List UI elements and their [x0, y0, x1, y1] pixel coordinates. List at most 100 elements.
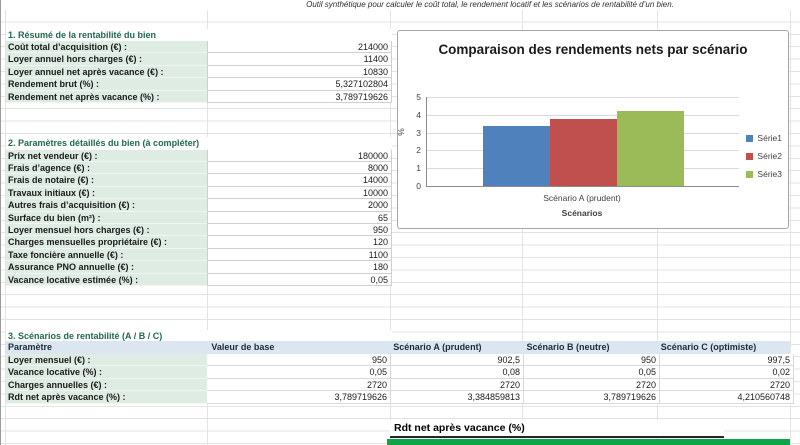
row-value-cell[interactable]: 2000: [207, 199, 392, 212]
table-row: Rdt net après vacance (%) : 3,789719626 …: [6, 391, 794, 404]
base-value-cell[interactable]: 0,05: [207, 366, 391, 379]
row-label-cell[interactable]: Loyer annuel net après vacance (€) :: [6, 65, 207, 79]
base-value-cell[interactable]: 950: [207, 354, 391, 367]
scenario-a-cell[interactable]: 3,384859813: [391, 391, 524, 404]
row-value-cell[interactable]: 10830: [207, 65, 392, 79]
row-value-cell[interactable]: 14000: [207, 174, 392, 187]
row-value-cell[interactable]: 10000: [207, 186, 392, 200]
table-row: Prix net vendeur (€) : 180000: [6, 149, 392, 162]
row-label-cell[interactable]: Prix net vendeur (€) :: [6, 149, 207, 162]
sheet-left-edge: [0, 0, 1, 445]
legend-item[interactable]: Série2: [746, 147, 782, 165]
summary-rows: Coût total d’acquisition (€) : 214000 Lo…: [6, 41, 392, 103]
row-value-cell[interactable]: 65: [207, 211, 392, 224]
row-label-cell[interactable]: Autres frais d’acquisition (€) :: [6, 199, 207, 212]
row-label-cell[interactable]: Vacance locative estimée (%) :: [6, 273, 207, 286]
row-label-cell[interactable]: Loyer mensuel (€) :: [6, 354, 207, 367]
row-value-cell[interactable]: 180000: [207, 149, 392, 162]
row-label-cell[interactable]: Surface du bien (m²) :: [6, 211, 207, 224]
table-row: Taxe foncière annuelle (€) : 1100: [6, 248, 392, 262]
row-label-cell[interactable]: Rendement net après vacance (%) :: [6, 90, 207, 103]
row-label-cell[interactable]: Taxe foncière annuelle (€) :: [6, 248, 207, 262]
row-value-cell[interactable]: 1100: [207, 248, 392, 262]
table-row: Charges annuelles (€) : 2720 2720 2720 2…: [6, 378, 794, 392]
table-row: Loyer mensuel (€) : 950 902,5 950 997,5: [6, 354, 794, 367]
legend-item[interactable]: Série1: [746, 129, 782, 147]
row-label-cell[interactable]: Travaux initiaux (€) :: [6, 186, 207, 200]
scenario-b-cell[interactable]: 0,05: [524, 366, 660, 379]
legend-swatch-icon: [746, 152, 754, 160]
row-value-cell[interactable]: 120: [207, 236, 392, 249]
spreadsheet: Outil synthétique pour calculer le coût …: [0, 0, 800, 445]
row-label-cell[interactable]: Frais d’agence (€) :: [6, 161, 207, 175]
table-row: Rendement net après vacance (%) : 3,7897…: [6, 90, 392, 103]
base-value-cell[interactable]: 3,789719626: [207, 391, 391, 404]
row-value-cell[interactable]: 3,789719626: [207, 90, 392, 103]
scenario-b-cell[interactable]: 2720: [524, 378, 660, 392]
section-1-heading[interactable]: 1. Résumé de la rentabilité du bien: [6, 29, 392, 41]
table-row: Vacance locative (%) : 0,05 0,08 0,05 0,…: [6, 366, 794, 379]
header-scenario-b[interactable]: Scénario B (neutre): [522, 341, 658, 354]
row-value-cell[interactable]: 0,05: [207, 273, 392, 286]
table-row: Coût total d’acquisition (€) : 214000: [6, 41, 392, 54]
table-row: Travaux initiaux (€) : 10000: [6, 186, 392, 200]
table-row: Autres frais d’acquisition (€) : 2000: [6, 199, 392, 212]
scenario-a-cell[interactable]: 902,5: [391, 354, 524, 367]
legend-item[interactable]: Série3: [746, 165, 782, 183]
y-tick-label: 1: [416, 163, 421, 174]
table-row: Vacance locative estimée (%) : 0,05: [6, 273, 392, 286]
header-scenario-c[interactable]: Scénario C (optimiste): [658, 341, 790, 354]
footer-chart-label[interactable]: Rdt net après vacance (%): [390, 420, 724, 438]
header-scenario-a[interactable]: Scénario A (prudent): [389, 341, 521, 354]
chart-legend: Série1 Série2 Série3: [746, 129, 782, 183]
row-value-cell[interactable]: 8000: [207, 161, 392, 175]
plot-area: [426, 97, 739, 187]
bar-Série3[interactable]: [616, 111, 684, 186]
scenario-c-cell[interactable]: 0,02: [660, 366, 794, 379]
row-label-cell[interactable]: Rendement brut (%) :: [6, 78, 207, 91]
chart-gridline: [427, 97, 739, 98]
row-label-cell[interactable]: Charges annuelles (€) :: [6, 378, 207, 392]
table-row: Frais de notaire (€) : 14000: [6, 174, 392, 187]
scenario-c-cell[interactable]: 4,210560748: [660, 391, 794, 404]
row-value-cell[interactable]: 180: [207, 261, 392, 274]
row-label-cell[interactable]: Rdt net après vacance (%) :: [6, 391, 207, 404]
row-label-cell[interactable]: Loyer mensuel hors charges (€) :: [6, 223, 207, 237]
bar-Série2[interactable]: [549, 118, 617, 186]
row-label-cell[interactable]: Coût total d’acquisition (€) :: [6, 41, 207, 54]
table-row: Charges mensuelles propriétaire (€) : 12…: [6, 236, 392, 249]
row-label-cell[interactable]: Loyer annuel hors charges (€) :: [6, 53, 207, 66]
scenario-rows: Loyer mensuel (€) : 950 902,5 950 997,5 …: [6, 354, 794, 404]
row-value-cell[interactable]: 950: [207, 223, 392, 237]
scenario-a-cell[interactable]: 0,08: [391, 366, 524, 379]
scenario-b-cell[interactable]: 3,789719626: [524, 391, 660, 404]
base-value-cell[interactable]: 2720: [207, 378, 391, 392]
header-valeur-de-base[interactable]: Valeur de base: [203, 341, 389, 354]
bar-chart[interactable]: Comparaison des rendements nets par scén…: [396, 30, 789, 229]
table-row: Frais d’agence (€) : 8000: [6, 161, 392, 175]
scenario-c-cell[interactable]: 2720: [660, 378, 794, 392]
y-tick-label: 5: [416, 92, 421, 102]
row-label-cell[interactable]: Charges mensuelles propriétaire (€) :: [6, 236, 207, 249]
header-parametre[interactable]: Paramètre: [6, 341, 203, 354]
row-value-cell[interactable]: 5,327102804: [207, 78, 392, 91]
table-row: Loyer annuel net après vacance (€) : 108…: [6, 65, 392, 79]
table-row: Loyer annuel hors charges (€) : 11400: [6, 53, 392, 66]
scenario-c-cell[interactable]: 997,5: [660, 354, 794, 367]
table-row: Assurance PNO annuelle (€) : 180: [6, 261, 392, 274]
y-tick-label: 0: [416, 181, 421, 191]
row-label-cell[interactable]: Vacance locative (%) :: [6, 366, 207, 379]
row-value-cell[interactable]: 11400: [207, 53, 392, 66]
params-rows: Prix net vendeur (€) : 180000 Frais d’ag…: [6, 149, 392, 286]
row-label-cell[interactable]: Assurance PNO annuelle (€) :: [6, 261, 207, 274]
row-label-cell[interactable]: Frais de notaire (€) :: [6, 174, 207, 187]
scenario-a-cell[interactable]: 2720: [391, 378, 524, 392]
bar-Série1[interactable]: [482, 125, 550, 186]
y-tick-label: 2: [416, 145, 421, 156]
sheet-subtitle: Outil synthétique pour calculer le coût …: [180, 0, 800, 10]
y-axis-ticks: 0 1 2 3 4 5: [400, 92, 424, 191]
section-2-heading[interactable]: 2. Paramètres détaillés du bien (à compl…: [6, 137, 392, 149]
table-row: Rendement brut (%) : 5,327102804: [6, 78, 392, 91]
scenario-b-cell[interactable]: 950: [524, 354, 660, 367]
row-value-cell[interactable]: 214000: [207, 41, 392, 54]
